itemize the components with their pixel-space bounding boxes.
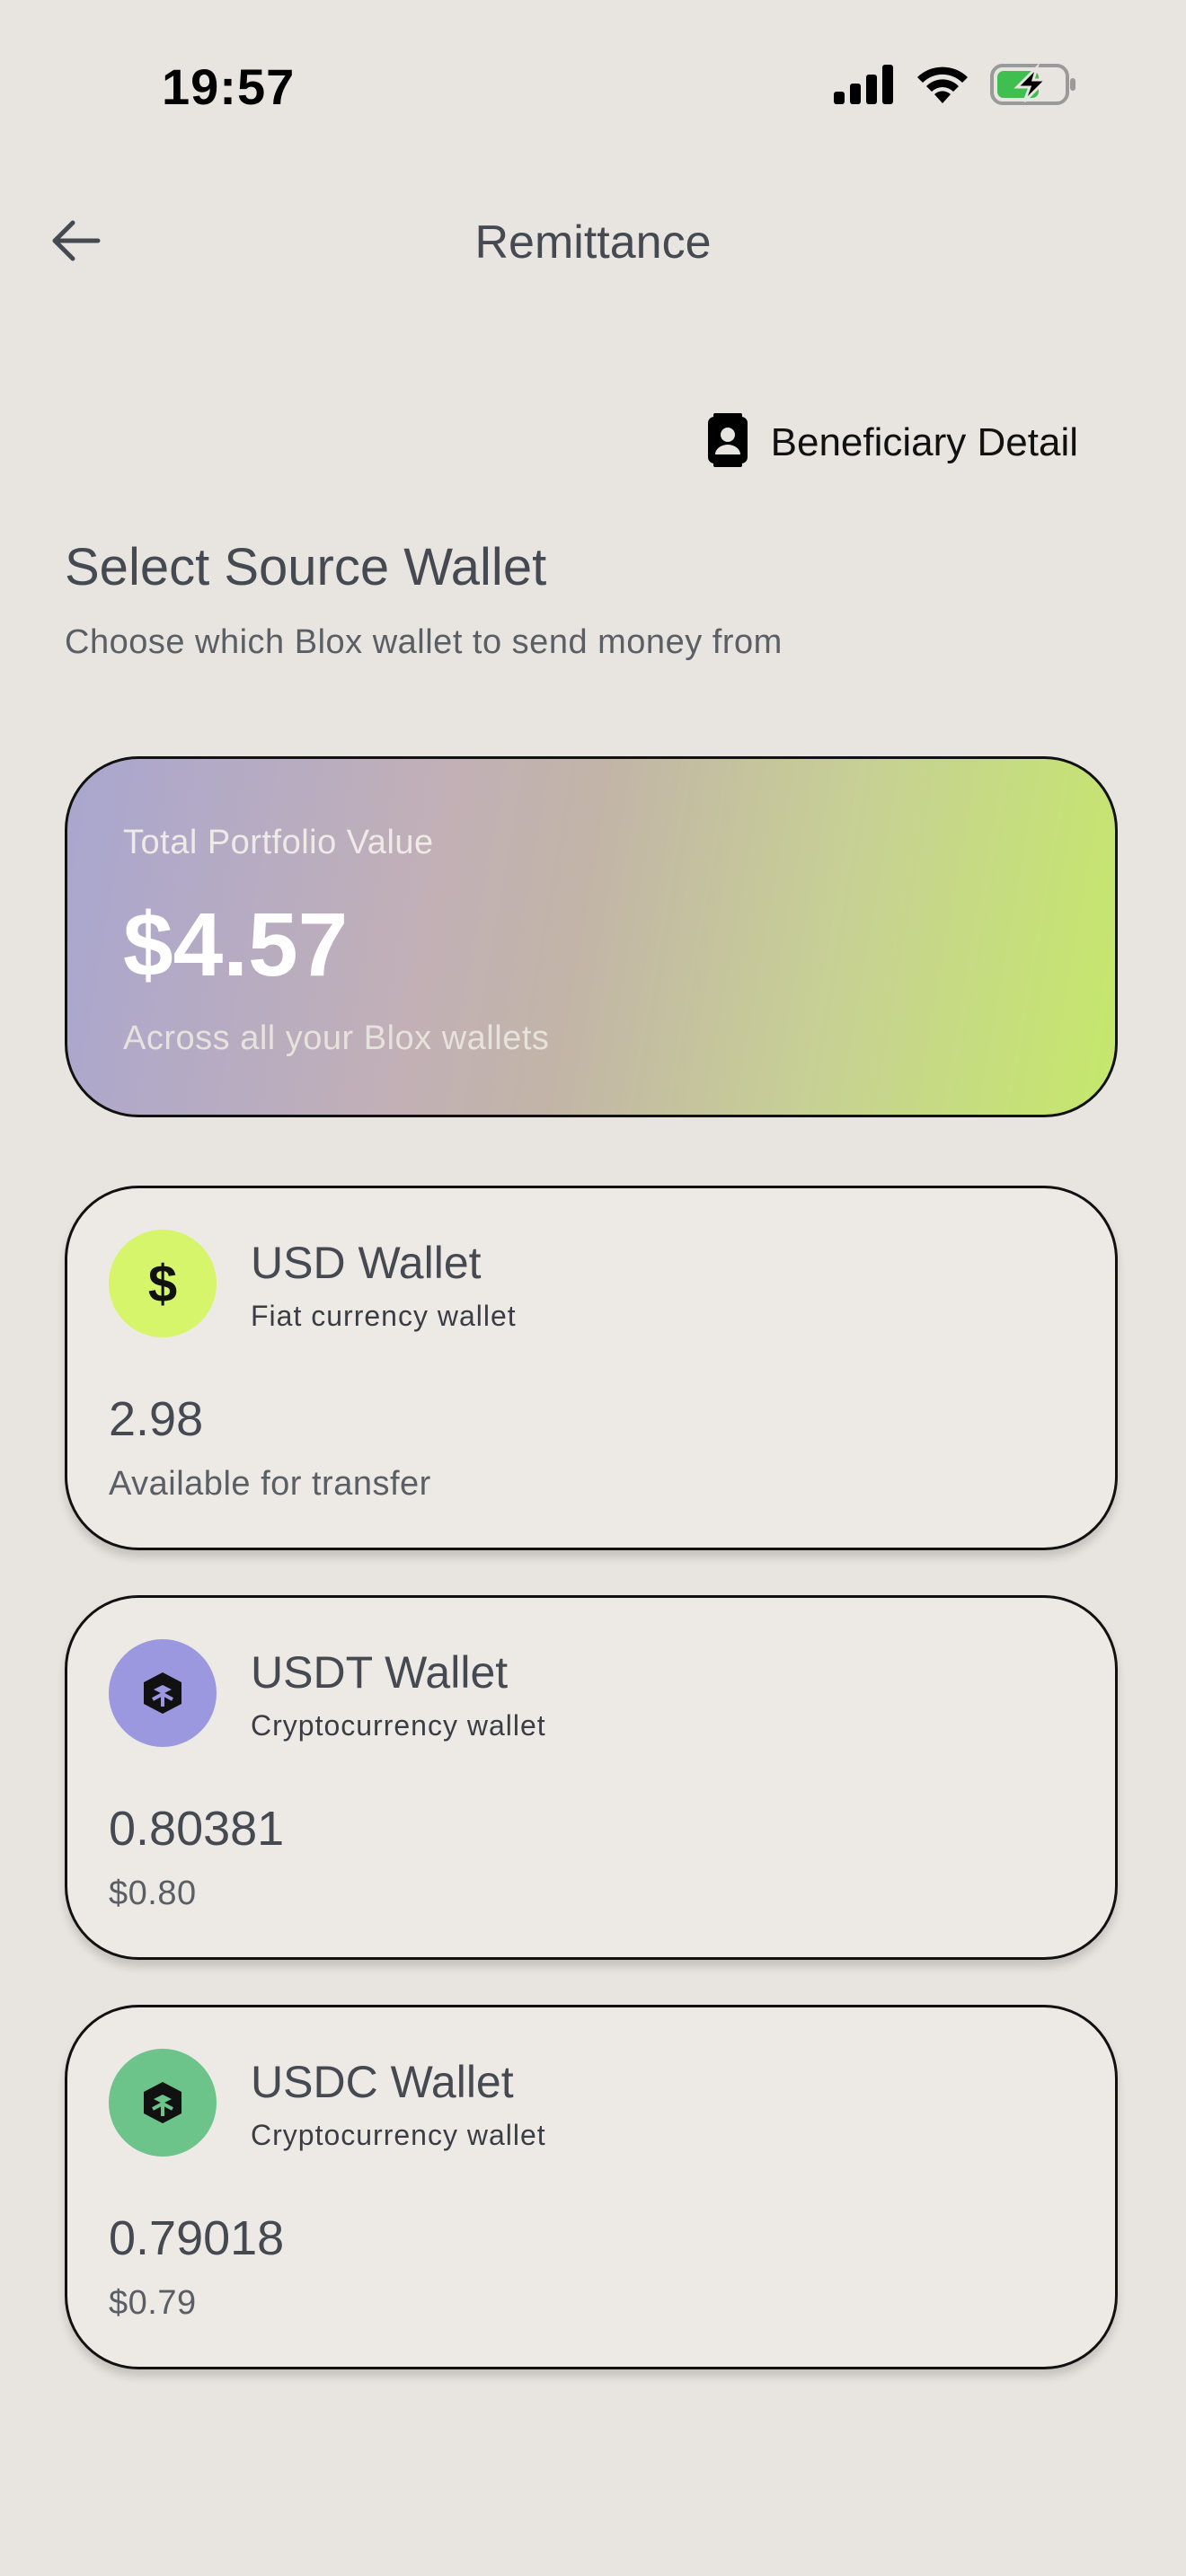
portfolio-card: Total Portfolio Value $4.57 Across all y… bbox=[65, 756, 1118, 1117]
wallet-card-usdc[interactable]: USDC Wallet Cryptocurrency wallet 0.7901… bbox=[65, 2005, 1118, 2369]
beneficiary-detail-label: Beneficiary Detail bbox=[770, 419, 1078, 464]
portfolio-value: $4.57 bbox=[123, 895, 349, 995]
portfolio-label: Total Portfolio Value bbox=[123, 824, 434, 861]
contact-card-icon bbox=[706, 413, 749, 472]
wallet-balance: 0.79018 bbox=[109, 2211, 285, 2265]
nav-bar: Remittance bbox=[0, 198, 1186, 287]
section-title: Select Source Wallet bbox=[65, 538, 547, 596]
wallet-balance: 2.98 bbox=[109, 1392, 204, 1446]
wallet-name: USDC Wallet bbox=[251, 2057, 514, 2107]
wifi-icon bbox=[915, 64, 970, 110]
wallet-card-usdt[interactable]: USDT Wallet Cryptocurrency wallet 0.8038… bbox=[65, 1595, 1118, 1960]
wallet-caption: $0.80 bbox=[109, 1875, 197, 1912]
beneficiary-detail-button[interactable]: Beneficiary Detail bbox=[706, 413, 1078, 472]
wallet-balance: 0.80381 bbox=[109, 1802, 285, 1856]
wallet-type: Cryptocurrency wallet bbox=[251, 1709, 546, 1742]
wallet-caption: Available for transfer bbox=[109, 1465, 431, 1503]
wallet-name: USD Wallet bbox=[251, 1238, 482, 1288]
portfolio-note: Across all your Blox wallets bbox=[123, 1019, 550, 1057]
dollar-icon: $ bbox=[109, 1230, 217, 1337]
section-subtitle: Choose which Blox wallet to send money f… bbox=[65, 623, 783, 661]
wallet-type: Fiat currency wallet bbox=[251, 1300, 517, 1332]
cube-icon bbox=[109, 1639, 217, 1747]
status-icons bbox=[834, 62, 1076, 110]
status-time: 19:57 bbox=[162, 58, 296, 115]
wallet-name: USDT Wallet bbox=[251, 1647, 509, 1698]
cellular-signal-icon bbox=[834, 65, 895, 109]
page-title: Remittance bbox=[474, 216, 712, 269]
cube-icon bbox=[109, 2049, 217, 2157]
wallet-caption: $0.79 bbox=[109, 2284, 197, 2322]
wallet-card-usd[interactable]: $ USD Wallet Fiat currency wallet 2.98 A… bbox=[65, 1186, 1118, 1550]
wallet-type: Cryptocurrency wallet bbox=[251, 2119, 546, 2151]
status-bar: 19:57 bbox=[0, 0, 1186, 171]
battery-charging-icon bbox=[990, 62, 1076, 110]
